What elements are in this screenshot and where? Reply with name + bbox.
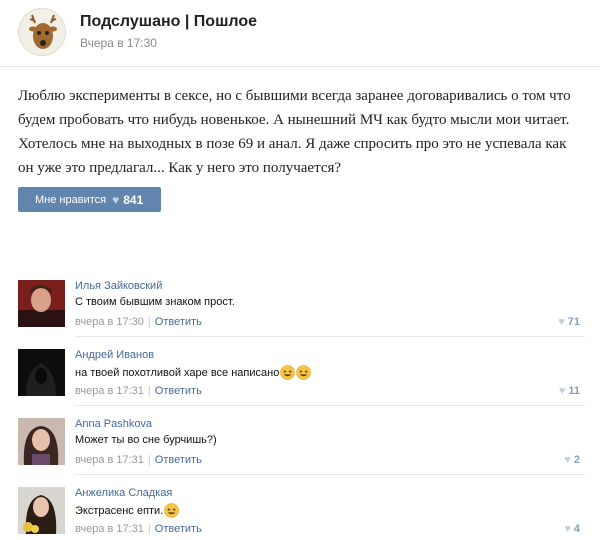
comment-avatar[interactable]	[18, 418, 65, 465]
comment-author[interactable]: Anna Pashkova	[75, 418, 152, 430]
comment-divider	[75, 405, 585, 406]
like-button[interactable]: Мне нравится ♥ 841	[18, 187, 161, 212]
comment-author[interactable]: Анжелика Сладкая	[75, 487, 172, 499]
comment-meta: вчера в 17:31 | Ответить	[75, 385, 202, 397]
comment-like-count: 11	[568, 385, 580, 397]
heart-icon: ♥	[564, 454, 571, 466]
post-text: Люблю эксперименты в сексе, но с бывшими…	[18, 88, 571, 176]
comment-like-button[interactable]: ♥ 11	[559, 385, 580, 397]
heart-icon: ♥	[558, 316, 565, 328]
comment-avatar[interactable]	[18, 349, 65, 396]
reply-link[interactable]: Ответить	[155, 316, 202, 328]
heart-icon: ♥	[564, 523, 571, 535]
comment-author[interactable]: Илья Зайковский	[75, 280, 162, 292]
comment-avatar[interactable]	[18, 280, 65, 327]
laughing-emoji-icon	[280, 365, 296, 380]
comment-text: на твоей похотливой харе все написано	[75, 365, 312, 380]
comment-text: С твоим бывшим знаком прост.	[75, 296, 235, 308]
comment-time[interactable]: вчера в 17:31	[75, 523, 144, 535]
comment-time[interactable]: вчера в 17:31	[75, 385, 144, 397]
comment-avatar[interactable]	[18, 487, 65, 534]
comment-divider	[75, 336, 585, 337]
comment-divider	[75, 474, 585, 475]
comment: Андрей Иванов на твоей похотливой харе в…	[18, 349, 588, 409]
reply-link[interactable]: Ответить	[155, 523, 202, 535]
laughing-emoji-icon	[296, 365, 312, 380]
comment: Анжелика Сладкая Экстрасенс епти. вчера …	[18, 487, 588, 540]
comment-like-button[interactable]: ♥ 71	[558, 316, 580, 328]
comment-meta: вчера в 17:31 | Ответить	[75, 454, 202, 466]
comment-like-count: 71	[567, 316, 580, 328]
post-date[interactable]: Вчера в 17:30	[80, 36, 157, 50]
comment-meta: вчера в 17:30 | Ответить	[75, 316, 202, 328]
comment-like-button[interactable]: ♥ 2	[564, 454, 580, 466]
comment-text-body: С твоим бывшим знаком прост.	[75, 296, 235, 308]
comment: Илья Зайковский С твоим бывшим знаком пр…	[18, 280, 588, 340]
comment-text-body: Экстрасенс епти.	[75, 504, 164, 517]
post-header: Подслушано | Пошлое Вчера в 17:30	[18, 8, 588, 58]
comment-author[interactable]: Андрей Иванов	[75, 349, 154, 361]
like-count: 841	[123, 192, 144, 207]
comment-text: Может ты во сне бурчишь?)	[75, 434, 217, 446]
laughing-emoji-icon	[164, 503, 179, 518]
group-avatar[interactable]	[18, 8, 66, 56]
reply-link[interactable]: Ответить	[155, 454, 202, 466]
header-divider	[0, 66, 600, 67]
comment-like-count: 2	[573, 454, 580, 466]
reply-link[interactable]: Ответить	[155, 385, 202, 397]
comment-like-button[interactable]: ♥ 4	[564, 523, 580, 535]
comment-text-body: Может ты во сне бурчишь?)	[75, 434, 217, 446]
comment-time[interactable]: вчера в 17:30	[75, 316, 144, 328]
comment-text: Экстрасенс епти.	[75, 503, 179, 518]
comment: Anna Pashkova Может ты во сне бурчишь?) …	[18, 418, 588, 478]
comment-time[interactable]: вчера в 17:31	[75, 454, 144, 466]
heart-icon: ♥	[558, 385, 566, 397]
comment-meta: вчера в 17:31 | Ответить	[75, 523, 202, 535]
comment-like-count: 4	[573, 523, 580, 535]
comment-text-body: на твоей похотливой харе все написано	[75, 366, 280, 379]
like-label: Мне нравится	[35, 193, 107, 206]
heart-icon: ♥	[112, 192, 120, 207]
group-name[interactable]: Подслушано | Пошлое	[80, 13, 257, 31]
